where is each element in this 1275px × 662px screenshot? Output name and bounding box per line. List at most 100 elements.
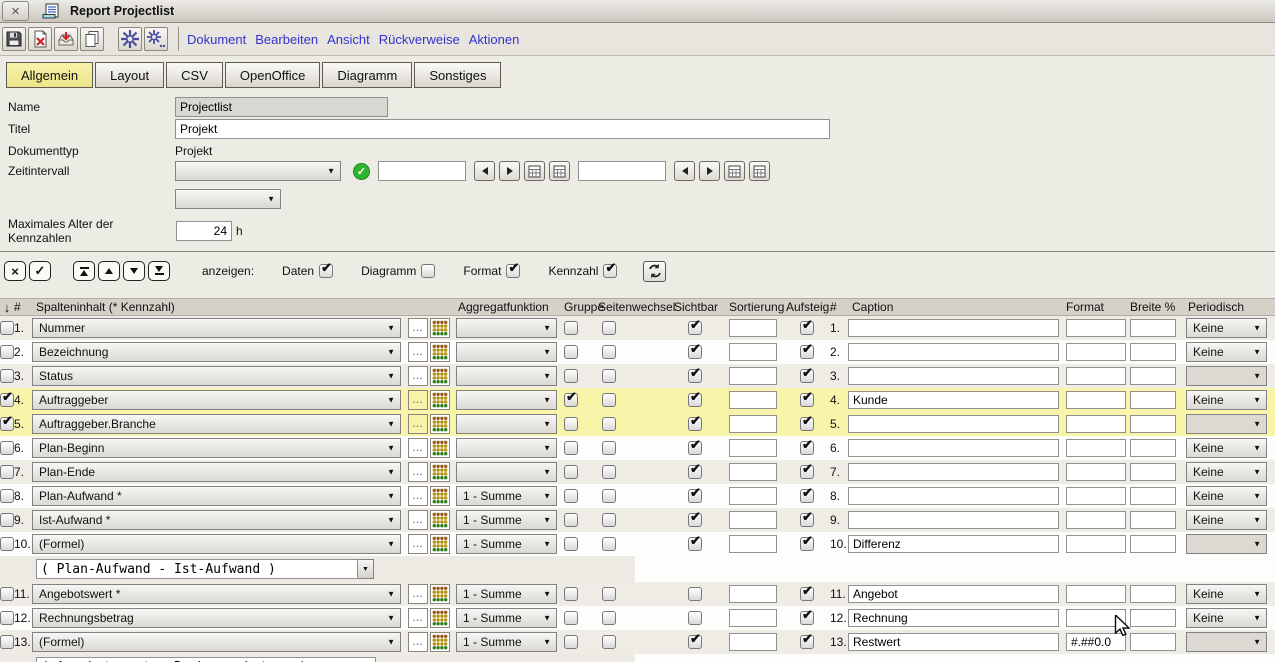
seitenwechsel-checkbox[interactable]: [602, 489, 616, 503]
gruppe-checkbox[interactable]: [564, 465, 578, 479]
seitenwechsel-checkbox[interactable]: [602, 441, 616, 455]
caption-input[interactable]: [848, 585, 1059, 603]
aufsteig-checkbox[interactable]: [800, 587, 814, 601]
sortierung-input[interactable]: [729, 319, 777, 337]
row-select-checkbox[interactable]: [0, 321, 14, 335]
calendar-button-4[interactable]: [749, 161, 770, 181]
breite-input[interactable]: [1130, 343, 1176, 361]
row-select-checkbox[interactable]: [0, 513, 14, 527]
report-wizard-button[interactable]: [118, 27, 142, 51]
select-all-button[interactable]: ✓: [29, 261, 51, 281]
aufsteig-checkbox[interactable]: [800, 537, 814, 551]
checkin-button[interactable]: [54, 27, 78, 51]
breite-input[interactable]: [1130, 633, 1176, 651]
caption-input[interactable]: [848, 511, 1059, 529]
menu-item-rueckverweise[interactable]: Rückverweise: [379, 32, 460, 47]
caption-input[interactable]: [848, 535, 1059, 553]
dots-button[interactable]: ...: [408, 534, 428, 554]
dots-button[interactable]: ...: [408, 510, 428, 530]
sortierung-input[interactable]: [729, 585, 777, 603]
color-grid-button[interactable]: [430, 390, 450, 410]
aufsteig-checkbox[interactable]: [800, 345, 814, 359]
tab-csv[interactable]: CSV: [166, 62, 223, 88]
aggregat-select[interactable]: [456, 318, 557, 338]
format-input[interactable]: [1066, 585, 1126, 603]
aggregat-select[interactable]: [456, 366, 557, 386]
move-bottom-button[interactable]: [148, 261, 170, 281]
formula-input[interactable]: [36, 559, 358, 579]
caption-input[interactable]: [848, 439, 1059, 457]
caption-input[interactable]: [848, 415, 1059, 433]
sortierung-input[interactable]: [729, 609, 777, 627]
caption-input[interactable]: [848, 391, 1059, 409]
periodisch-select[interactable]: [1186, 366, 1267, 386]
sichtbar-checkbox[interactable]: [688, 587, 702, 601]
dots-button[interactable]: ...: [408, 462, 428, 482]
anzeigen-checkbox[interactable]: [603, 264, 617, 278]
sichtbar-checkbox[interactable]: [688, 513, 702, 527]
breite-input[interactable]: [1130, 367, 1176, 385]
sichtbar-checkbox[interactable]: [688, 465, 702, 479]
gruppe-checkbox[interactable]: [564, 417, 578, 431]
breite-input[interactable]: [1130, 585, 1176, 603]
dots-button[interactable]: ...: [408, 318, 428, 338]
content-select[interactable]: Auftraggeber.Branche: [32, 414, 401, 434]
prev-button-1[interactable]: [474, 161, 495, 181]
aggregat-select[interactable]: 1 - Summe: [456, 584, 557, 604]
breite-input[interactable]: [1130, 609, 1176, 627]
sortierung-input[interactable]: [729, 391, 777, 409]
seitenwechsel-checkbox[interactable]: [602, 369, 616, 383]
breite-input[interactable]: [1130, 319, 1176, 337]
color-grid-button[interactable]: [430, 534, 450, 554]
sortierung-input[interactable]: [729, 343, 777, 361]
seitenwechsel-checkbox[interactable]: [602, 587, 616, 601]
seitenwechsel-checkbox[interactable]: [602, 513, 616, 527]
format-input[interactable]: [1066, 415, 1126, 433]
next-button-2[interactable]: [699, 161, 720, 181]
periodisch-select[interactable]: Keine: [1186, 486, 1267, 506]
copy-button[interactable]: [80, 27, 104, 51]
row-select-checkbox[interactable]: [0, 587, 14, 601]
gruppe-checkbox[interactable]: [564, 587, 578, 601]
sichtbar-checkbox[interactable]: [688, 321, 702, 335]
content-select[interactable]: Angebotswert *: [32, 584, 401, 604]
menu-item-dokument[interactable]: Dokument: [187, 32, 246, 47]
sortierung-input[interactable]: [729, 415, 777, 433]
caption-input[interactable]: [848, 463, 1059, 481]
dots-button[interactable]: ...: [408, 414, 428, 434]
gruppe-checkbox[interactable]: [564, 513, 578, 527]
breite-input[interactable]: [1130, 463, 1176, 481]
aufsteig-checkbox[interactable]: [800, 441, 814, 455]
format-input[interactable]: [1066, 319, 1126, 337]
caption-input[interactable]: [848, 487, 1059, 505]
caption-input[interactable]: [848, 633, 1059, 651]
format-input[interactable]: [1066, 343, 1126, 361]
gruppe-checkbox[interactable]: [564, 393, 578, 407]
row-select-checkbox[interactable]: [0, 537, 14, 551]
calendar-button-3[interactable]: [724, 161, 745, 181]
seitenwechsel-checkbox[interactable]: [602, 465, 616, 479]
periodisch-select[interactable]: Keine: [1186, 342, 1267, 362]
refresh-button[interactable]: [643, 261, 666, 282]
color-grid-button[interactable]: [430, 510, 450, 530]
sichtbar-checkbox[interactable]: [688, 393, 702, 407]
aggregat-select[interactable]: 1 - Summe: [456, 534, 557, 554]
next-button-1[interactable]: [499, 161, 520, 181]
content-select[interactable]: Plan-Ende: [32, 462, 401, 482]
row-select-checkbox[interactable]: [0, 635, 14, 649]
dots-button[interactable]: ...: [408, 486, 428, 506]
tab-diagramm[interactable]: Diagramm: [322, 62, 412, 88]
aufsteig-checkbox[interactable]: [800, 417, 814, 431]
periodisch-select[interactable]: Keine: [1186, 510, 1267, 530]
periodisch-select[interactable]: Keine: [1186, 318, 1267, 338]
row-select-checkbox[interactable]: [0, 369, 14, 383]
breite-input[interactable]: [1130, 439, 1176, 457]
seitenwechsel-checkbox[interactable]: [602, 393, 616, 407]
aufsteig-checkbox[interactable]: [800, 611, 814, 625]
color-grid-button[interactable]: [430, 486, 450, 506]
seitenwechsel-checkbox[interactable]: [602, 537, 616, 551]
row-select-checkbox[interactable]: [0, 345, 14, 359]
content-select[interactable]: (Formel): [32, 632, 401, 652]
aggregat-select[interactable]: [456, 342, 557, 362]
color-grid-button[interactable]: [430, 318, 450, 338]
